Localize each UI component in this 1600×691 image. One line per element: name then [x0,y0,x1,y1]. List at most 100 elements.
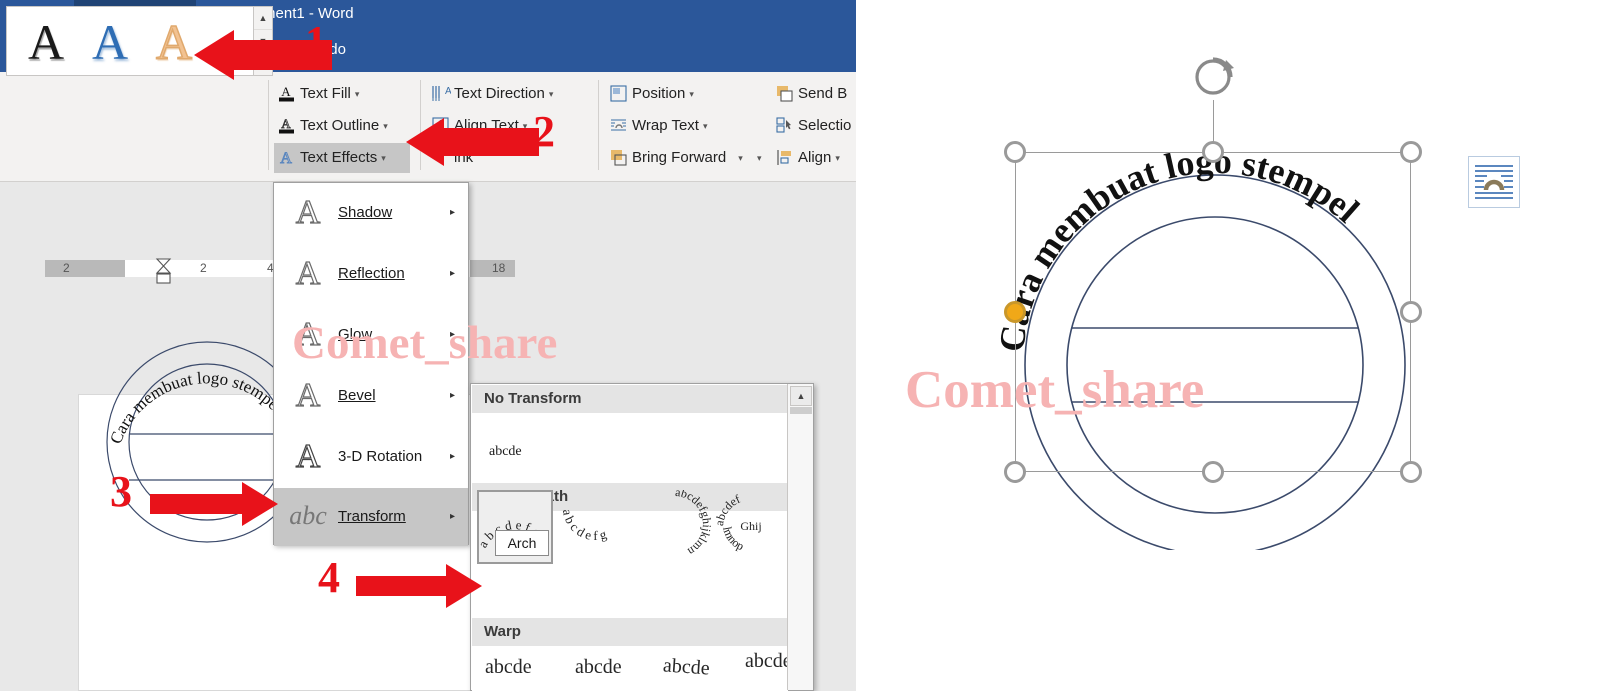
svg-text:A: A [445,86,451,97]
chevron-down-icon: ▾ [548,89,554,100]
layout-options-icon [1475,165,1513,199]
handle-bottom-center[interactable] [1202,461,1224,483]
follow-path-item-circle[interactable]: abcdefghijklmn [637,485,714,564]
follow-path-item-button[interactable]: abcdef Ghij lmnop [712,490,791,564]
align-objects-command[interactable]: Align ▾ [772,143,856,173]
send-backward-command[interactable]: Send B [772,79,856,109]
handle-top-right[interactable] [1400,141,1422,163]
svg-text:a b c d e f g: a b c d e f g [560,508,609,543]
transform-gallery-submenu[interactable]: No Transform abcde Follow Path a b c d e… [470,383,814,691]
transform-submenu-scrollbar[interactable]: ▲ [787,384,813,690]
handle-middle-left[interactable] [1004,301,1026,323]
text-outline-label: Text Outline [300,117,380,134]
align-objects-icon [774,147,795,168]
screenshot-root: Drawing Tools Document1 - Word Help Form… [0,0,1600,691]
watermark-left: Comet_share [292,317,558,369]
handle-bottom-left[interactable] [1004,461,1026,483]
selection-pane-icon [774,115,795,136]
callout-arrow-4 [356,564,482,608]
bring-forward-icon [608,147,629,168]
warp-item-2[interactable]: abcde [575,656,622,679]
text-effects-label: Text Effects [300,149,378,166]
svg-text:A: A [281,84,291,99]
ribbon-separator-3 [598,80,599,170]
svg-text:A: A [280,150,292,167]
text-direction-label: Text Direction [454,85,545,102]
wrap-text-label: Wrap Text [632,117,699,134]
menu-item-shadow-label: Shadow [338,204,393,221]
scrollbar-thumb[interactable] [790,407,812,414]
wordart-style-1[interactable]: A [15,13,77,71]
arch-down-preview-icon: a b c d e f g [560,508,609,543]
callout-number-4: 4 [318,553,340,602]
handle-middle-right[interactable] [1400,301,1422,323]
no-transform-sample[interactable]: abcde [489,444,522,460]
word-window-pane: Drawing Tools Document1 - Word Help Form… [0,0,856,691]
menu-item-transform[interactable]: abc Transform ▸ [274,488,468,546]
chevron-down-icon: ▾ [738,153,743,164]
arch-tooltip-label: Arch [495,530,549,556]
callout-arrow-2 [406,118,539,166]
chevron-down-icon: ▾ [354,89,360,100]
transform-effect-icon: abc [289,501,327,530]
text-direction-command[interactable]: A Text Direction ▾ [428,79,588,109]
wordart-style-2[interactable]: A [79,13,141,71]
warp-item-1[interactable]: abcde [485,656,532,679]
align-objects-label: Align [798,149,832,166]
indent-marker[interactable] [155,258,172,288]
ruler-mark: 2 [200,261,207,275]
callout-number-1: 1 [305,17,327,66]
submenu-arrow-icon: ▸ [449,511,455,522]
menu-item-reflection-label: Reflection [338,265,405,282]
warp-items-row: abcde abcde abcde abcde [477,646,792,690]
handle-top-center[interactable] [1202,141,1224,163]
wrap-text-icon [608,115,629,136]
menu-item-shadow[interactable]: A Shadow ▸ [274,183,468,243]
menu-item-3d-rotation[interactable]: A 3-D Rotation ▸ [274,427,468,487]
submenu-arrow-icon: ▸ [449,207,455,218]
text-outline-icon: A [276,115,297,136]
text-fill-icon: A [276,83,297,104]
bring-forward-command[interactable]: Bring Forward ▾ [606,143,756,173]
bevel-effect-icon: A [295,376,321,414]
svg-text:Ghij: Ghij [740,519,761,533]
callout-number-3: 3 [110,467,132,516]
chevron-down-icon: ▾ [702,121,708,132]
menu-item-reflection[interactable]: A Reflection ▸ [274,244,468,304]
menu-item-bevel-label: Bevel [338,387,376,404]
rotate-handle-icon[interactable] [1190,54,1236,100]
section-header-no-transform: No Transform [472,385,788,413]
wrap-text-command[interactable]: Wrap Text ▾ [606,111,756,141]
submenu-arrow-icon: ▸ [449,451,455,462]
menu-item-bevel[interactable]: A Bevel ▸ [274,366,468,426]
selection-pane-label: Selectio [798,117,852,134]
handle-top-left[interactable] [1004,141,1026,163]
text-fill-command[interactable]: A Text Fill ▾ [274,79,410,109]
scroll-up-icon[interactable]: ▲ [790,386,812,406]
text-direction-icon: A [430,83,452,104]
selection-pane-command[interactable]: Selectio [772,111,856,141]
submenu-arrow-icon: ▸ [449,390,455,401]
svg-text:A: A [281,116,291,131]
follow-path-item-arch-down[interactable]: a b c d e f g [557,490,633,564]
text-effects-command[interactable]: A Text Effects ▾ [274,143,410,173]
selection-bounding-box[interactable] [1015,152,1411,472]
handle-bottom-right[interactable] [1400,461,1422,483]
chevron-down-icon: ▾ [835,153,840,164]
svg-text:Cara membuat logo stempel: Cara membuat logo stempel [106,368,287,446]
menu-item-3d-rotation-label: 3-D Rotation [338,448,423,465]
text-outline-command[interactable]: A Text Outline ▾ [274,111,410,141]
bring-forward-label: Bring Forward [632,149,727,166]
chevron-down-icon: ▾ [383,121,388,132]
layout-options-button[interactable] [1468,156,1520,208]
3d-rotation-effect-icon: A [295,437,321,475]
bring-forward-split-caret[interactable]: ▾ [757,143,762,173]
warp-item-3[interactable]: abcde [662,654,710,680]
chevron-down-icon: ▾ [381,153,386,164]
follow-path-item-arch[interactable]: a b c d e f g Arch [477,490,553,564]
shadow-effect-icon: A [295,193,321,231]
position-command[interactable]: Position ▾ [606,79,756,109]
scroll-up-icon[interactable]: ▲ [254,7,272,30]
warp-item-4[interactable]: abcde [745,650,792,673]
reflection-effect-icon: A [295,254,321,292]
